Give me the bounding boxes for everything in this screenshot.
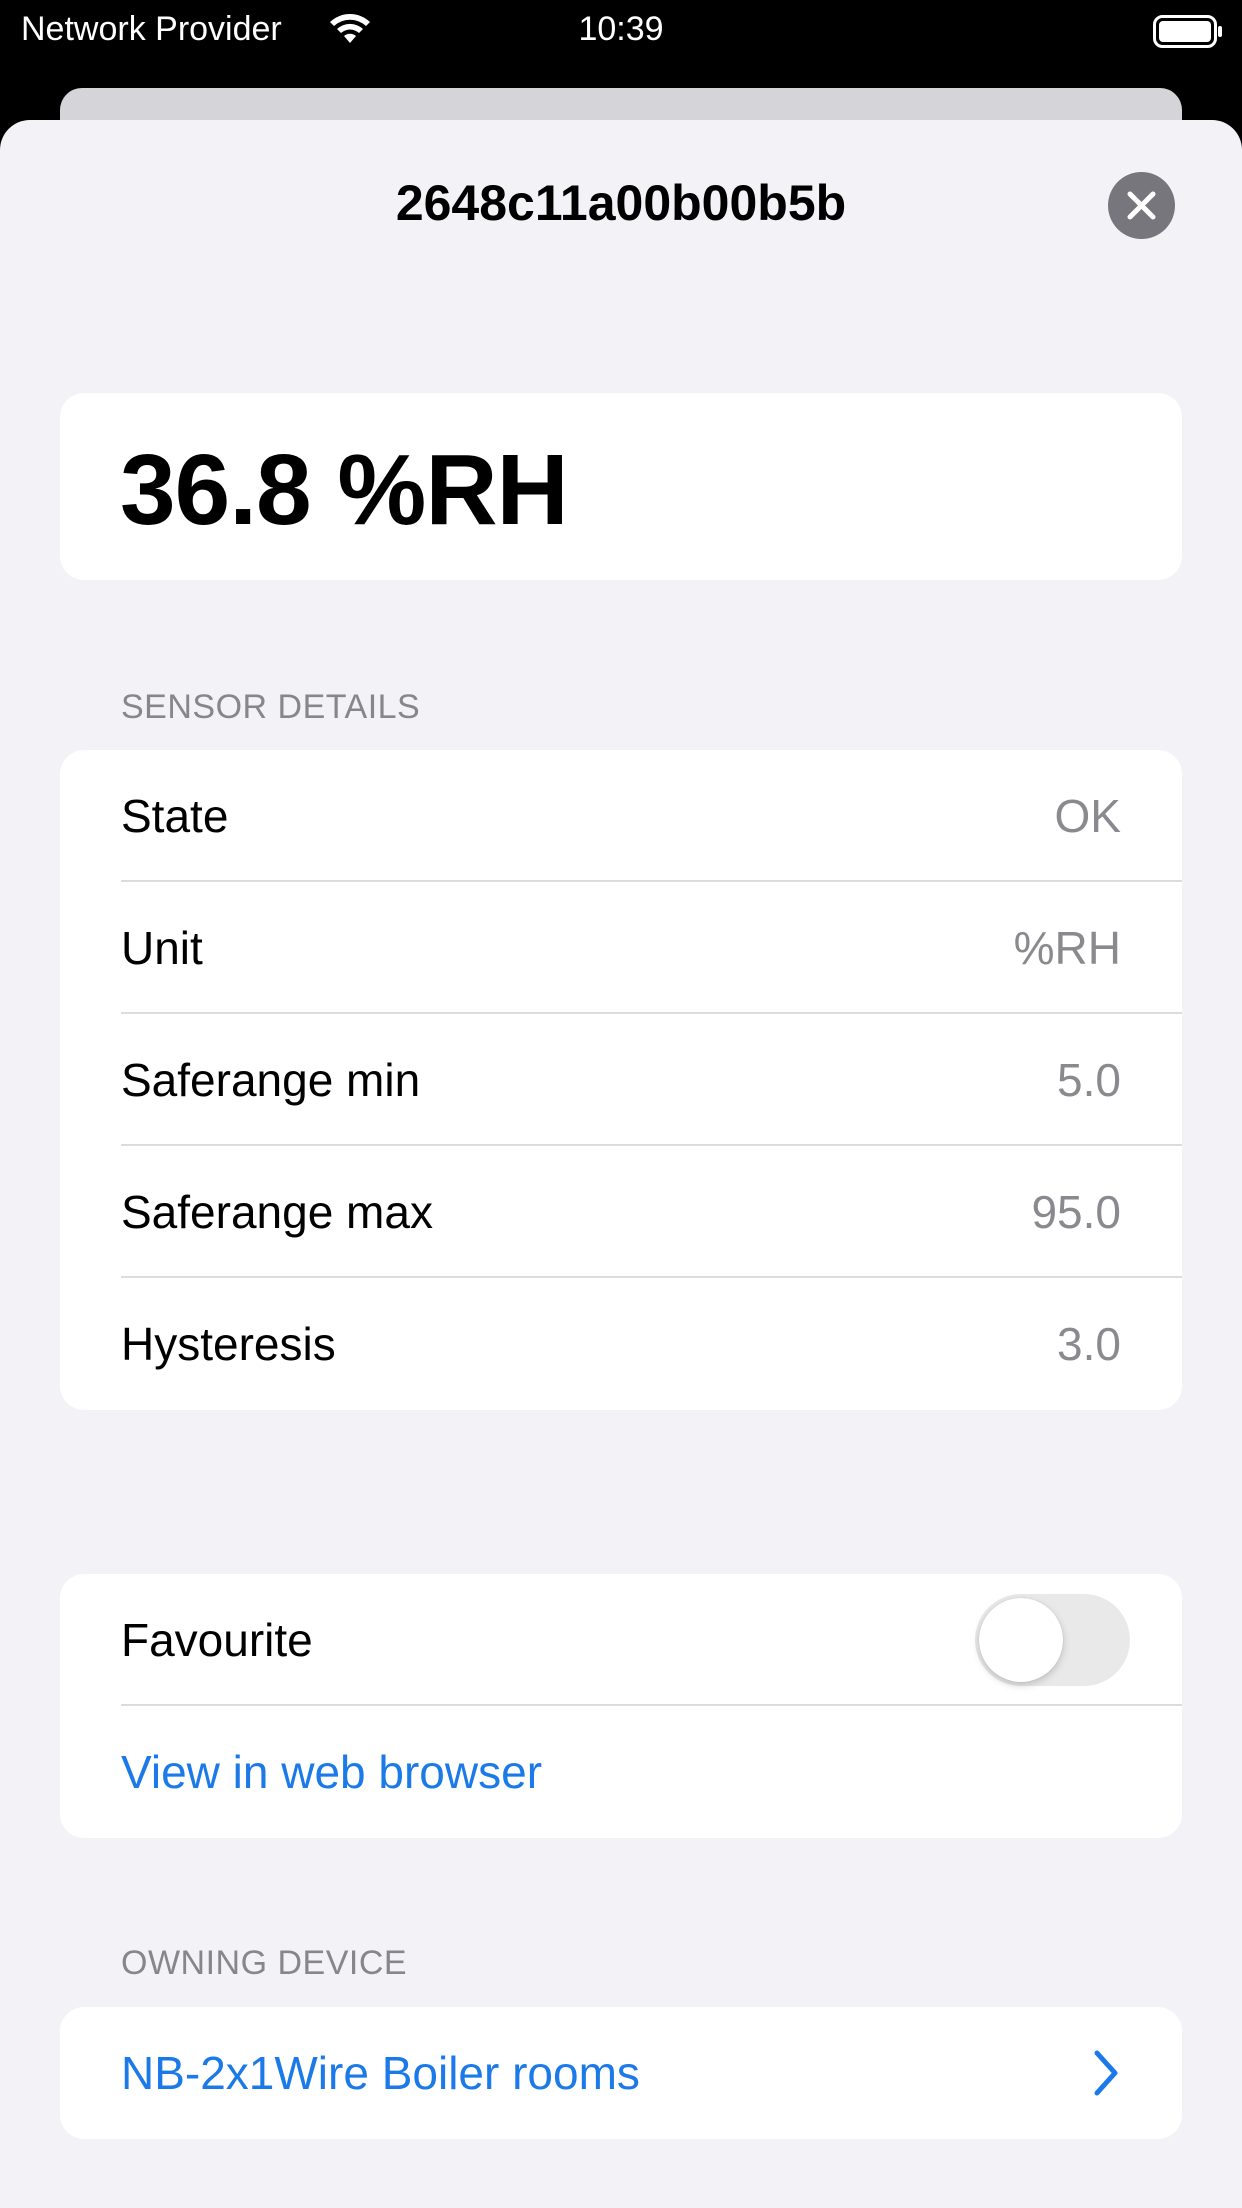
detail-label: State xyxy=(121,790,229,842)
battery-full-icon xyxy=(1153,15,1222,48)
reading-card: 36.8 %RH xyxy=(60,393,1182,580)
toggle-knob xyxy=(979,1598,1063,1682)
sensor-details-header: SENSOR DETAILS xyxy=(121,688,421,726)
owning-device-link[interactable]: NB-2x1Wire Boiler rooms xyxy=(121,2046,640,2100)
detail-value: %RH xyxy=(1013,922,1121,974)
detail-value: 95.0 xyxy=(1031,1186,1121,1238)
detail-row-saferange-max: Saferange max 95.0 xyxy=(60,1146,1182,1278)
detail-row-saferange-min: Saferange min 5.0 xyxy=(60,1014,1182,1146)
owning-device-row[interactable]: NB-2x1Wire Boiler rooms xyxy=(60,2007,1182,2139)
sensor-details-list: State OK Unit %RH Saferange min 5.0 Safe… xyxy=(60,750,1182,1410)
favourite-label: Favourite xyxy=(121,1614,313,1666)
detail-value: OK xyxy=(1054,790,1121,842)
favourite-toggle[interactable] xyxy=(975,1594,1130,1686)
detail-label: Hysteresis xyxy=(121,1318,336,1370)
chevron-right-icon xyxy=(1094,2050,1118,2096)
detail-value: 5.0 xyxy=(1057,1054,1121,1106)
detail-label: Unit xyxy=(121,922,203,974)
detail-row-hysteresis: Hysteresis 3.0 xyxy=(60,1278,1182,1410)
close-button[interactable] xyxy=(1108,172,1175,239)
current-reading: 36.8 %RH xyxy=(120,434,569,546)
web-browser-row[interactable]: View in web browser xyxy=(60,1706,1182,1838)
view-in-web-browser-link[interactable]: View in web browser xyxy=(121,1745,542,1799)
actions-list: Favourite View in web browser xyxy=(60,1574,1182,1838)
detail-value: 3.0 xyxy=(1057,1318,1121,1370)
favourite-row: Favourite xyxy=(60,1574,1182,1706)
detail-row-state: State OK xyxy=(60,750,1182,882)
status-bar: Network Provider 10:39 xyxy=(0,0,1242,62)
detail-label: Saferange max xyxy=(121,1186,433,1238)
close-icon xyxy=(1127,191,1156,220)
clock: 10:39 xyxy=(578,10,664,48)
sensor-detail-sheet: 2648c11a00b00b5b 36.8 %RH SENSOR DETAILS… xyxy=(0,120,1242,2208)
sheet-title: 2648c11a00b00b5b xyxy=(395,175,847,231)
detail-row-unit: Unit %RH xyxy=(60,882,1182,1014)
owning-device-header: OWNING DEVICE xyxy=(121,1944,408,1982)
detail-label: Saferange min xyxy=(121,1054,421,1106)
owning-device-list: NB-2x1Wire Boiler rooms xyxy=(60,2007,1182,2139)
